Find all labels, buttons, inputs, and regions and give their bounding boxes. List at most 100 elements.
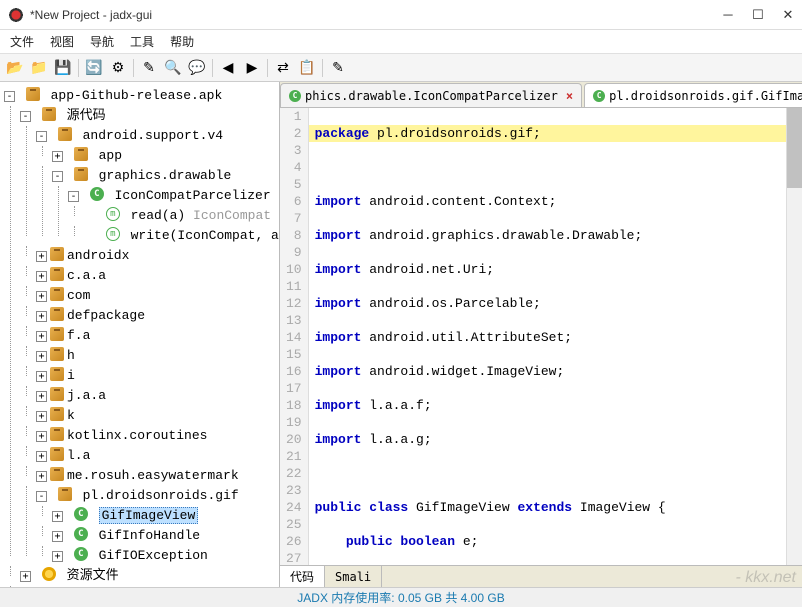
menu-file[interactable]: 文件 [6, 31, 38, 52]
toggler-icon[interactable]: + [52, 551, 63, 562]
tree-item[interactable]: + app [52, 146, 277, 166]
titlebar: *New Project - jadx-gui ─ ☐ ✕ [0, 0, 802, 30]
open-folder-icon[interactable]: 📂 [4, 57, 26, 79]
toggler-icon[interactable]: + [36, 271, 47, 282]
editor-pane: phics.drawable.IconCompatParcelizer × pl… [280, 82, 802, 587]
tree-item[interactable]: + GifIOException [52, 546, 277, 566]
resources-label: 资源文件 [67, 568, 119, 583]
pkg-label: com [67, 288, 90, 303]
tree-item[interactable]: - IconCompatParcelizer [68, 186, 277, 246]
toggler-icon[interactable]: + [36, 431, 47, 442]
tree-apksig[interactable]: APK signature [20, 586, 277, 587]
wand-icon[interactable]: ✎ [138, 57, 160, 79]
pkg-label: k [67, 408, 75, 423]
toggler-icon[interactable]: + [36, 251, 47, 262]
toggler-icon[interactable]: + [36, 331, 47, 342]
tree-item[interactable]: - graphics.drawable - IconCompatParceliz… [52, 166, 277, 246]
package-icon [58, 487, 72, 501]
menu-help[interactable]: 帮助 [166, 31, 198, 52]
tab-close-icon[interactable]: × [566, 89, 573, 103]
toggler-icon[interactable]: - [52, 171, 63, 182]
tree-item[interactable]: +h [36, 346, 277, 366]
code-editor[interactable]: 1234567891011121314151617181920212223242… [280, 108, 802, 565]
toggler-icon[interactable]: + [20, 571, 31, 582]
tree-item[interactable]: +l.a [36, 446, 277, 466]
maximize-button[interactable]: ☐ [752, 7, 764, 23]
method-return: IconCompat [193, 208, 271, 223]
tree-item[interactable]: +androidx [36, 246, 277, 266]
new-project-icon[interactable]: 📁 [28, 57, 50, 79]
tree-item[interactable]: + com [36, 286, 277, 306]
pkg-label: c.a.a [67, 268, 106, 283]
project-tree[interactable]: - app-Github-release.apk - 源代码 - android… [0, 82, 280, 587]
root-label: app-Github-release.apk [51, 88, 223, 103]
rename-icon[interactable]: ⇄ [272, 57, 294, 79]
toggler-icon[interactable]: - [68, 191, 79, 202]
tree-method[interactable]: write(IconCompat, a [84, 226, 277, 246]
package-icon [74, 147, 88, 161]
sync-icon[interactable]: 🔄 [83, 57, 105, 79]
pkg-label: kotlinx.coroutines [67, 428, 207, 443]
tree-item[interactable]: - pl.droidsonroids.gif + GifImageView [36, 486, 277, 566]
tree-item[interactable]: +k [36, 406, 277, 426]
log-icon[interactable]: 📋 [296, 57, 318, 79]
tree-src[interactable]: - 源代码 - android.support.v4 + [20, 106, 277, 566]
toggler-icon[interactable]: + [52, 151, 63, 162]
tree-item[interactable]: + GifInfoHandle [52, 526, 277, 546]
toggler-icon[interactable]: - [36, 491, 47, 502]
menu-navigate[interactable]: 导航 [86, 31, 118, 52]
search-icon[interactable]: 🔍 [162, 57, 184, 79]
menu-view[interactable]: 视图 [46, 31, 78, 52]
tree-item[interactable]: + kotlinx.coroutines [36, 426, 277, 446]
save-icon[interactable]: 💾 [52, 57, 74, 79]
main-split: - app-Github-release.apk - 源代码 - android… [0, 82, 802, 587]
vertical-scrollbar[interactable] [786, 108, 802, 565]
tree-item[interactable]: +defpackage [36, 306, 277, 326]
toggler-icon[interactable]: - [4, 91, 15, 102]
pkg-label: android.support.v4 [83, 128, 223, 143]
tree-item[interactable]: +i [36, 366, 277, 386]
statusbar: JADX 内存使用率: 0.05 GB 共 4.00 GB [0, 587, 802, 607]
package-icon [74, 167, 88, 181]
code-content[interactable]: package package pl.droidsonroids.gif;pl.… [309, 108, 802, 565]
toggler-icon[interactable]: + [36, 291, 47, 302]
back-icon[interactable]: ◀ [217, 57, 239, 79]
method-label: read(a) [131, 208, 186, 223]
toggler-icon[interactable]: - [20, 111, 31, 122]
tree-item[interactable]: +me.rosuh.easywatermark [36, 466, 277, 486]
package-icon [50, 427, 64, 441]
tree-item[interactable]: +f.a [36, 326, 277, 346]
toggler-icon[interactable]: + [36, 371, 47, 382]
class-icon [289, 90, 301, 102]
tree-item-selected[interactable]: + GifImageView [52, 506, 277, 526]
tab-smali[interactable]: Smali [325, 566, 382, 587]
toggler-icon[interactable]: - [36, 131, 47, 142]
tab-iconcompat[interactable]: phics.drawable.IconCompatParcelizer × [280, 83, 582, 107]
method-icon [106, 207, 120, 221]
tree-root[interactable]: - app-Github-release.apk - 源代码 - android… [4, 86, 277, 587]
toggler-icon[interactable]: + [36, 351, 47, 362]
tree-item[interactable]: +j.a.a [36, 386, 277, 406]
toggler-icon[interactable]: + [36, 411, 47, 422]
toggler-icon[interactable]: + [36, 471, 47, 482]
toggler-icon[interactable]: + [36, 311, 47, 322]
method-icon [106, 227, 120, 241]
tree-item[interactable]: + c.a.a [36, 266, 277, 286]
forward-icon[interactable]: ▶ [241, 57, 263, 79]
tab-gifimageview[interactable]: pl.droidsonroids.gif.GifIma [584, 83, 802, 107]
gear-icon[interactable]: ⚙ [107, 57, 129, 79]
class-label: GifIOException [99, 548, 208, 563]
toggler-icon[interactable]: + [36, 391, 47, 402]
deobf-icon[interactable]: ✎ [327, 57, 349, 79]
tree-resources[interactable]: + 资源文件 [20, 566, 277, 586]
toggler-icon[interactable]: + [52, 531, 63, 542]
comment-icon[interactable]: 💬 [186, 57, 208, 79]
minimize-button[interactable]: ─ [722, 7, 734, 22]
close-button[interactable]: ✕ [782, 7, 794, 23]
tree-item[interactable]: - android.support.v4 + app [36, 126, 277, 246]
menu-tools[interactable]: 工具 [126, 31, 158, 52]
tab-code[interactable]: 代码 [280, 566, 325, 587]
tree-method[interactable]: read(a) IconCompat [84, 206, 277, 226]
toggler-icon[interactable]: + [36, 451, 47, 462]
toggler-icon[interactable]: + [52, 511, 63, 522]
